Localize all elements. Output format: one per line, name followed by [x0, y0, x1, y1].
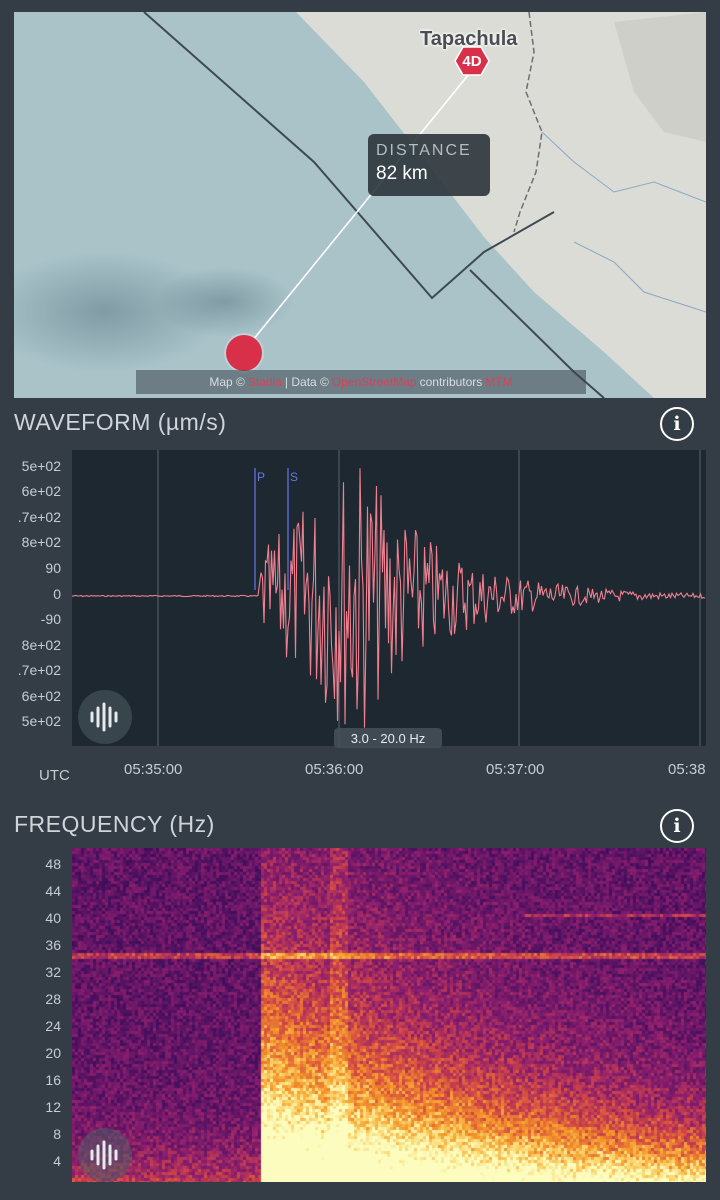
map-attribution: Map © Stadia | Data © OpenStreetMap cont… [136, 370, 586, 394]
frequency-y-tick: 44 [45, 883, 61, 899]
frequency-info-icon[interactable]: i [660, 809, 694, 843]
waveform-y-tick: 6e+02 [21, 483, 61, 499]
attribution-map-link[interactable]: Stadia [248, 375, 282, 389]
distance-label: DISTANCE [376, 142, 472, 159]
waveform-y-tick: 5e+02 [21, 458, 61, 474]
frequency-y-tick: 8 [53, 1126, 61, 1142]
frequency-y-tick: 24 [45, 1018, 61, 1034]
waveform-info-icon[interactable]: i [660, 407, 694, 441]
time-label: 05:36:00 [305, 761, 364, 778]
waveform-y-tick: 8e+02 [21, 534, 61, 550]
s-phase-label: S [290, 470, 298, 484]
p-phase-label: P [257, 470, 265, 484]
frequency-y-tick: 32 [45, 964, 61, 980]
waveform-audio-icon [90, 702, 118, 732]
frequency-y-tick: 48 [45, 856, 61, 872]
waveform-plot[interactable]: P S [72, 450, 706, 746]
distance-tooltip: DISTANCE 82 km [368, 134, 490, 196]
waveform-y-tick: .7e+02 [17, 662, 61, 678]
time-label: 05:35:00 [124, 761, 183, 778]
spectrogram-audio-icon [90, 1140, 118, 1170]
waveform-svg: P S [72, 450, 706, 746]
station-marker[interactable]: 4D [454, 45, 490, 77]
spectrogram-audio-button[interactable] [78, 1128, 132, 1182]
waveform-y-tick: .7e+02 [17, 509, 61, 525]
time-label: 05:38 [668, 761, 706, 778]
attribution-data-link[interactable]: OpenStreetMap [332, 375, 417, 389]
frequency-y-tick: 40 [45, 910, 61, 926]
waveform-y-tick: 8e+02 [21, 637, 61, 653]
map-view[interactable]: Tapachula 4D DISTANCE 82 km Map © Stadia… [14, 12, 706, 398]
map-background [14, 12, 706, 398]
attribution-data-prefix: | Data © [284, 375, 329, 389]
station-code: 4D [462, 52, 482, 70]
waveform-y-tick: -90 [40, 611, 61, 627]
waveform-y-tick: 0 [53, 586, 61, 602]
epicenter-marker[interactable] [226, 335, 262, 371]
waveform-title: WAVEFORM (µm/s) [14, 409, 227, 435]
frequency-y-tick: 36 [45, 937, 61, 953]
frequency-y-tick: 28 [45, 991, 61, 1007]
time-label: 05:37:00 [486, 761, 545, 778]
spectrogram-canvas [72, 848, 706, 1182]
distance-value: 82 km [376, 163, 428, 184]
spectrogram-plot[interactable] [72, 848, 706, 1182]
waveform-audio-button[interactable] [78, 690, 132, 744]
frequency-y-tick: 16 [45, 1072, 61, 1088]
attribution-map-prefix: Map © [209, 375, 245, 389]
filter-badge: 3.0 - 20.0 Hz [334, 728, 442, 748]
frequency-y-tick: 12 [45, 1099, 61, 1115]
frequency-title: FREQUENCY (Hz) [14, 811, 215, 837]
frequency-y-tick: 4 [53, 1153, 61, 1169]
frequency-y-tick: 20 [45, 1045, 61, 1061]
waveform-y-tick: 5e+02 [21, 713, 61, 729]
attribution-extra-link[interactable]: MTM [485, 375, 512, 389]
attribution-contributors: contributors [419, 375, 483, 389]
waveform-y-tick: 90 [45, 560, 61, 576]
waveform-y-tick: 6e+02 [21, 688, 61, 704]
timezone-label: UTC [39, 767, 70, 784]
